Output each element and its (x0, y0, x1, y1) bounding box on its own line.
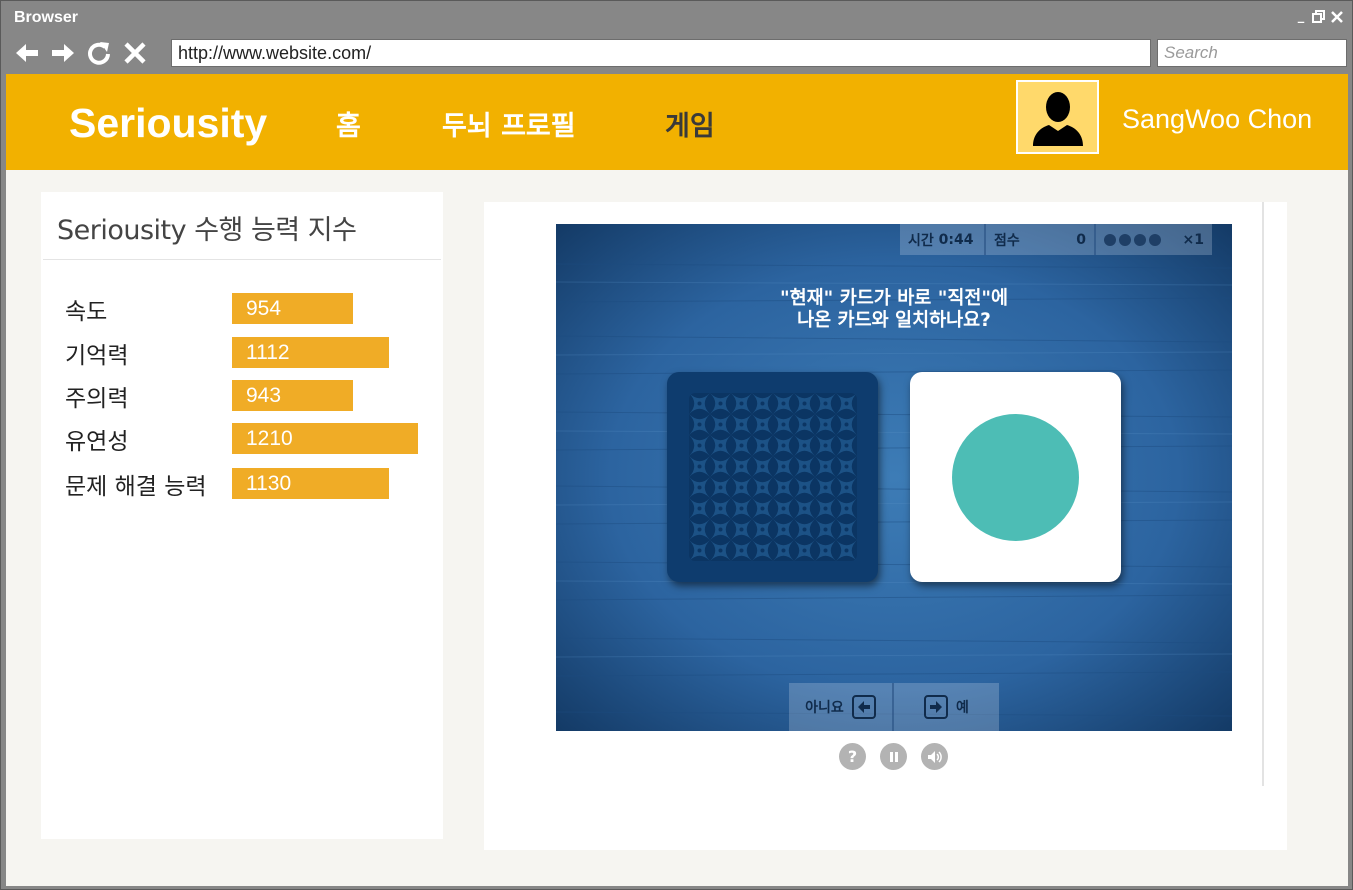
yes-label: 예 (956, 700, 969, 716)
stat-bar: 954 (232, 293, 353, 324)
no-label: 아니요 (805, 700, 844, 716)
current-card (910, 372, 1121, 582)
panel-edge (1262, 202, 1264, 786)
multiplier: ×1 (1182, 231, 1204, 248)
game-canvas[interactable]: 시간 0:44 점수 0 ×1 "현재" 카드가 바로 "직전"에 나온 카드와… (556, 224, 1232, 731)
stat-label: 주의력 (65, 386, 129, 412)
hud-time: 시간 0:44 (900, 224, 986, 255)
page-viewport: Seriousity 홈 두뇌 프로필 게임 SangWoo Chon Seri… (6, 74, 1348, 886)
game-panel: 시간 0:44 점수 0 ×1 "현재" 카드가 바로 "직전"에 나온 카드와… (484, 202, 1287, 850)
stat-label: 기억력 (65, 343, 129, 369)
stat-label: 유연성 (65, 429, 129, 455)
game-hud: 시간 0:44 점수 0 ×1 (900, 224, 1212, 255)
performance-panel: Seriousity 수행 능력 지수 속도 954 기억력 1112 주의력 … (41, 192, 443, 839)
browser-search-input[interactable]: Search (1157, 39, 1347, 67)
lives-indicator (1104, 233, 1161, 246)
circle-shape (952, 414, 1079, 541)
restore-icon[interactable] (1312, 10, 1326, 24)
stat-bar: 943 (232, 380, 353, 411)
stat-row-flexibility: 유연성 1210 (65, 422, 435, 456)
help-icon[interactable]: ? (839, 743, 866, 770)
forward-arrow-icon[interactable] (49, 39, 77, 67)
site-logo[interactable]: Seriousity (69, 100, 267, 147)
browser-window: Browser _ http://www.website.com/ Search… (0, 0, 1353, 890)
right-arrow-key-icon (924, 695, 949, 719)
stop-icon[interactable] (121, 39, 149, 67)
user-silhouette-icon (1032, 92, 1083, 146)
divider (43, 259, 441, 260)
left-arrow-key-icon (851, 695, 876, 719)
question-text: "현재" 카드가 바로 "직전"에 나온 카드와 일치하나요? (556, 288, 1232, 332)
stat-row-speed: 속도 954 (65, 292, 435, 326)
score-value: 0 (1076, 231, 1086, 248)
hud-score: 점수 0 (986, 224, 1096, 255)
question-line-1: "현재" 카드가 바로 "직전"에 (779, 288, 1009, 309)
previous-card (667, 372, 878, 582)
nav-home[interactable]: 홈 (336, 104, 361, 143)
browser-title: Browser (14, 9, 79, 26)
stat-row-problem-solving: 문제 해결 능력 1130 (65, 467, 435, 501)
sound-icon[interactable] (921, 743, 948, 770)
yes-button[interactable]: 예 (894, 683, 999, 731)
minimize-icon[interactable]: _ (1294, 10, 1308, 24)
question-line-2: 나온 카드와 일치하나요? (797, 310, 991, 331)
nav-games[interactable]: 게임 (665, 104, 715, 143)
no-button[interactable]: 아니요 (789, 683, 894, 731)
time-label: 시간 (908, 232, 934, 249)
nav-brain-profile[interactable]: 두뇌 프로필 (442, 104, 576, 143)
address-bar[interactable]: http://www.website.com/ (171, 39, 1151, 67)
avatar[interactable] (1016, 80, 1099, 154)
pause-icon[interactable] (880, 743, 907, 770)
browser-nav (13, 39, 149, 67)
stat-label: 문제 해결 능력 (65, 474, 207, 500)
game-controls: ? (839, 743, 948, 770)
stat-bar: 1210 (232, 423, 418, 454)
close-window-icon[interactable] (1330, 10, 1344, 24)
panel-title: Seriousity 수행 능력 지수 (57, 215, 357, 246)
answer-bar: 아니요 예 (789, 683, 999, 731)
reload-icon[interactable] (85, 39, 113, 67)
stat-bar: 1112 (232, 337, 389, 368)
time-value: 0:44 (938, 231, 974, 248)
stat-bar: 1130 (232, 468, 389, 499)
stat-label: 속도 (65, 299, 108, 325)
stat-row-attention: 주의력 943 (65, 379, 435, 413)
back-arrow-icon[interactable] (13, 39, 41, 67)
window-controls: _ (1294, 10, 1344, 24)
username[interactable]: SangWoo Chon (1122, 104, 1312, 135)
stat-row-memory: 기억력 1112 (65, 336, 435, 370)
card-pattern (689, 393, 857, 561)
site-header: Seriousity 홈 두뇌 프로필 게임 SangWoo Chon (6, 74, 1348, 170)
score-label: 점수 (994, 232, 1020, 249)
hud-lives: ×1 (1096, 224, 1212, 255)
